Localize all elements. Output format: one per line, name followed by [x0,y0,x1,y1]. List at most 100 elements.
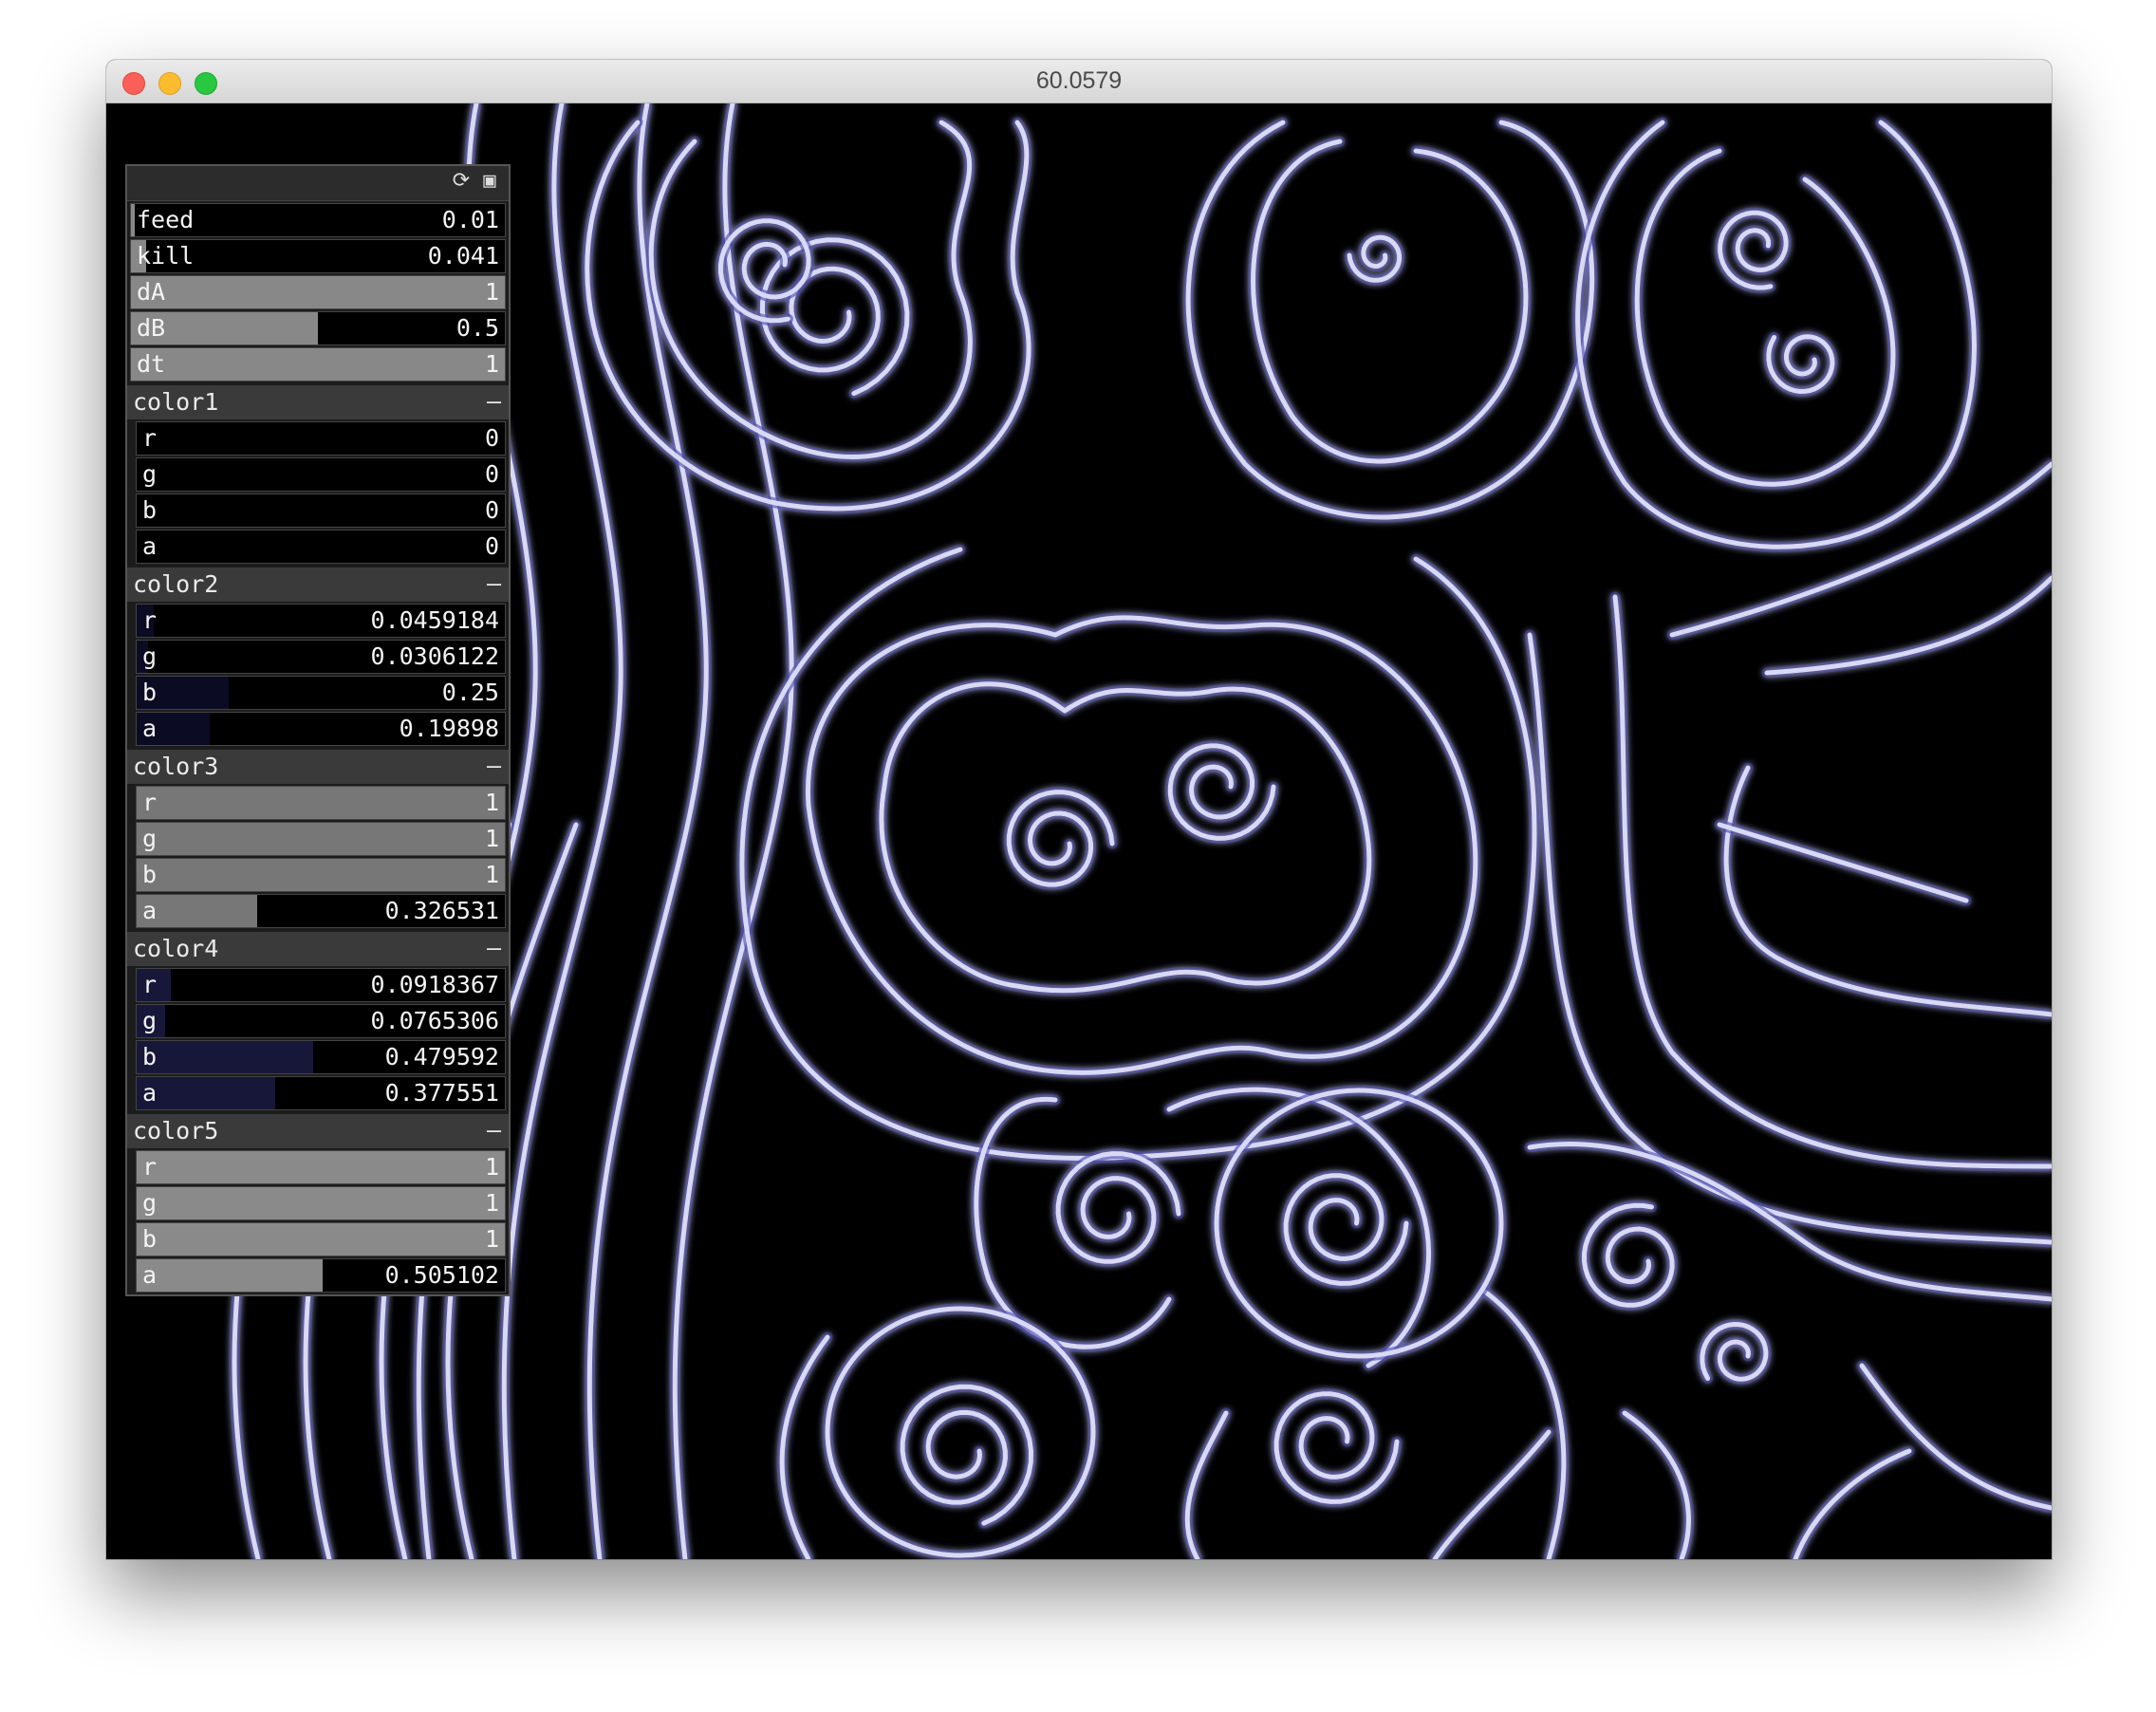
slider-label: b [142,861,158,888]
refresh-icon[interactable]: ⟳ [450,170,473,193]
slider-value: 1 [484,789,499,816]
slider-fill [137,1151,505,1183]
slider-label: b [142,1225,158,1253]
slider-color1-b[interactable]: b0 [136,493,506,528]
slider-value: 1 [484,278,499,306]
slider-feed[interactable]: feed 0.01 [130,203,506,237]
slider-value: 0.0765306 [370,1007,499,1034]
slider-label: kill [137,242,195,270]
slider-color2-r[interactable]: r 0.0459184 [136,604,506,638]
group-header-color4[interactable]: color4 – [127,932,509,966]
group-label: color5 [133,1117,219,1144]
slider-value: 0.5 [455,314,499,342]
collapse-icon[interactable]: – [487,568,501,600]
slider-color4-r[interactable]: r 0.0918367 [136,968,506,1002]
collapse-icon[interactable]: – [487,385,501,418]
slider-label: g [142,460,158,488]
slider-label: g [142,825,158,852]
slider-fill [137,1077,276,1109]
group-body-color5: r 1 g 1 b 1 a 0.505102 [127,1150,509,1293]
slider-fill [137,1223,505,1256]
group-body-color3: r 1 g 1 b 1 a 0.326531 [127,786,509,928]
collapse-icon[interactable]: – [487,932,501,964]
slider-value: 0.505102 [384,1261,499,1289]
slider-fill [137,1041,314,1073]
slider-label: r [142,606,158,634]
slider-value: 0 [484,496,499,524]
slider-label: dB [137,314,166,342]
slider-label: a [142,1079,158,1107]
slider-color4-b[interactable]: b 0.479592 [136,1040,506,1074]
slider-value: 1 [484,1225,499,1253]
slider-label: a [142,897,158,924]
slider-color3-g[interactable]: g1 [136,822,506,856]
collapse-icon[interactable]: – [487,1114,501,1146]
group-header-color1[interactable]: color1 – [127,385,509,419]
slider-value: 0 [484,460,499,488]
slider-value: 0.041 [427,242,499,270]
slider-kill[interactable]: kill 0.041 [130,239,506,273]
slider-fill [131,348,505,381]
group-label: color1 [133,388,219,416]
window-title: 60.0579 [1035,67,1123,94]
slider-value: 0.25 [441,679,499,706]
control-panel: ⟳ ▣ feed 0.01 kill 0.041 dA 1 dB 0.5 dt 1 color1 –… [125,164,511,1296]
group-label: color2 [133,570,219,598]
slider-value: 0.19898 [399,715,499,742]
slider-label: r [142,971,158,998]
collapse-icon[interactable]: – [487,750,501,782]
group-header-color2[interactable]: color2 – [127,568,509,602]
slider-color5-r[interactable]: r1 [136,1150,506,1184]
simulation-canvas[interactable]: ⟳ ▣ feed 0.01 kill 0.041 dA 1 dB 0.5 dt 1 color1 –… [106,103,2052,1559]
slider-label: g [142,642,158,670]
group-body-color1: r0g0b0a0 [127,421,509,564]
slider-fill [137,823,505,855]
slider-fill [137,859,505,891]
slider-dA[interactable]: dA 1 [130,275,506,309]
slider-value: 0.0459184 [370,606,499,634]
slider-color3-b[interactable]: b1 [136,858,506,892]
slider-value: 1 [484,350,499,378]
slider-dt[interactable]: dt 1 [130,347,506,381]
slider-color1-r[interactable]: r0 [136,421,506,456]
slider-color3-r[interactable]: r1 [136,786,506,820]
slider-fill [137,787,505,819]
app-window: 60.0579 ⟳ ▣ feed 0.01 kill 0.041 dA 1 dB 0.5 dt 1… [106,60,2052,1559]
slider-dB[interactable]: dB 0.5 [130,311,506,345]
slider-color1-g[interactable]: g0 [136,457,506,492]
slider-value: 0.0306122 [370,642,499,670]
slider-color4-g[interactable]: g 0.0765306 [136,1004,506,1038]
slider-value: 0.0918367 [370,971,499,998]
slider-value: 0.479592 [384,1043,499,1070]
group-header-color5[interactable]: color5 – [127,1114,509,1148]
slider-value: 0.01 [441,206,499,233]
slider-color5-g[interactable]: g1 [136,1186,506,1220]
slider-color2-a[interactable]: a 0.19898 [136,712,506,746]
slider-value: 1 [484,1189,499,1217]
slider-label: a [142,532,158,560]
slider-value: 1 [484,1153,499,1181]
slider-label: g [142,1007,158,1034]
group-body-color4: r 0.0918367 g 0.0765306 b 0.479592 a 0.377551 [127,968,509,1110]
group-label: color4 [133,935,219,962]
slider-color5-a[interactable]: a 0.505102 [136,1258,506,1293]
slider-value: 0.377551 [384,1079,499,1107]
slider-color4-a[interactable]: a 0.377551 [136,1076,506,1110]
slider-color5-b[interactable]: b1 [136,1222,506,1256]
panel-header: ⟳ ▣ [127,166,509,201]
slider-label: b [142,679,158,706]
slider-color3-a[interactable]: a 0.326531 [136,894,506,928]
title-bar: 60.0579 [106,60,2052,103]
slider-label: a [142,715,158,742]
slider-color1-a[interactable]: a0 [136,530,506,564]
slider-label: r [142,1153,158,1181]
slider-color2-b[interactable]: b 0.25 [136,676,506,710]
slider-label: dt [137,350,166,378]
slider-fill [131,204,135,236]
slider-color2-g[interactable]: g 0.0306122 [136,640,506,674]
slider-fill [137,1259,323,1292]
slider-label: r [142,424,158,452]
save-icon[interactable]: ▣ [478,170,501,193]
group-header-color3[interactable]: color3 – [127,750,509,784]
slider-value: 0 [484,424,499,452]
